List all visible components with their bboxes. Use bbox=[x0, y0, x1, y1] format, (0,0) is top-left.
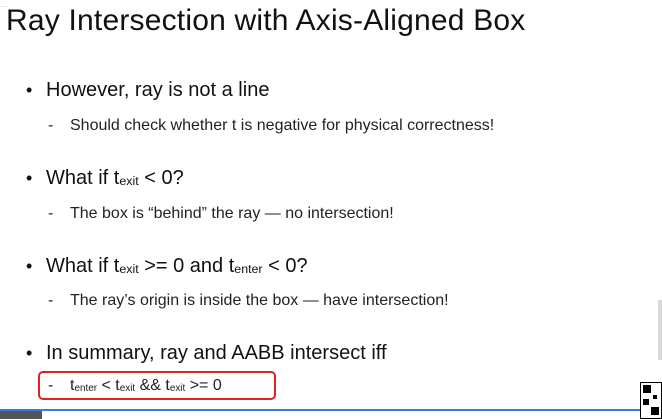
bullet-1-text: However, ray is not a line bbox=[46, 79, 270, 101]
subscript: exit bbox=[119, 382, 136, 394]
sub-bullet-1-text: Should check whether t is negative for p… bbox=[70, 117, 495, 134]
subscript: exit bbox=[119, 174, 139, 189]
sub-bullet-3-text: The ray’s origin is inside the box — hav… bbox=[70, 292, 449, 309]
bullet-3-pre: What if t bbox=[46, 255, 120, 277]
subscript: enter bbox=[234, 262, 263, 277]
slide-title: Ray Intersection with Axis-Aligned Box bbox=[6, 4, 526, 37]
bullet-2-pre: What if t bbox=[46, 167, 120, 189]
subscript: enter bbox=[74, 382, 98, 394]
dash: - bbox=[48, 117, 54, 134]
bullet-dot: • bbox=[26, 256, 33, 276]
qr-code-icon bbox=[640, 382, 662, 419]
formula-op1: < t bbox=[97, 377, 120, 394]
scrollbar[interactable] bbox=[658, 300, 662, 360]
subscript: exit bbox=[119, 262, 139, 277]
sub-bullet-1: - Should check whether t is negative for … bbox=[48, 117, 494, 135]
player-thumbnail bbox=[0, 411, 42, 419]
dash: - bbox=[48, 292, 54, 309]
bullet-4-text: In summary, ray and AABB intersect iff bbox=[46, 342, 387, 364]
bullet-1: • However, ray is not a line bbox=[26, 79, 269, 102]
formula-op2: && t bbox=[135, 377, 170, 394]
bullet-2: • What if texit < 0? bbox=[26, 167, 184, 190]
bullet-dot: • bbox=[26, 343, 33, 363]
sub-bullet-2: - The box is “behind” the ray — no inters… bbox=[48, 205, 394, 223]
dash: - bbox=[48, 377, 54, 394]
subscript: exit bbox=[169, 382, 186, 394]
bullet-3: • What if texit >= 0 and tenter < 0? bbox=[26, 255, 308, 278]
formula: - tenter < texit && texit >= 0 bbox=[48, 377, 222, 395]
bullet-2-post: < 0? bbox=[138, 167, 184, 189]
bullet-dot: • bbox=[26, 168, 33, 188]
progress-bar[interactable] bbox=[0, 409, 662, 411]
bullet-3-mid: >= 0 and t bbox=[138, 255, 235, 277]
formula-op3: >= 0 bbox=[185, 377, 222, 394]
sub-bullet-3: - The ray’s origin is inside the box — ha… bbox=[48, 292, 449, 310]
dash: - bbox=[48, 205, 54, 222]
sub-bullet-2-text: The box is “behind” the ray — no interse… bbox=[70, 205, 394, 222]
bullet-3-post: < 0? bbox=[262, 255, 308, 277]
bullet-dot: • bbox=[26, 80, 33, 100]
bullet-4: • In summary, ray and AABB intersect iff bbox=[26, 342, 387, 365]
